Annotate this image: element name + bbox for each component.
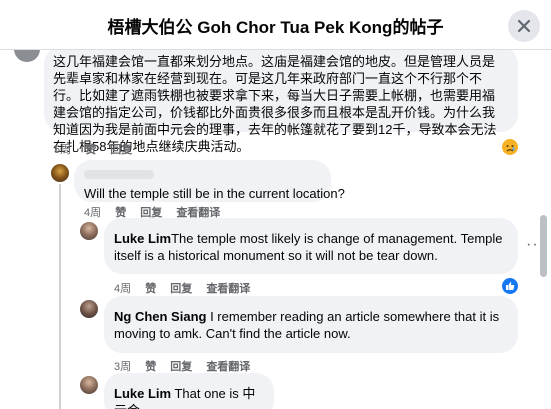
close-button[interactable] xyxy=(508,10,540,42)
thread-line xyxy=(59,184,61,409)
scrollbar-thumb[interactable] xyxy=(540,215,547,277)
author-name-hidden xyxy=(114,300,508,306)
avatar[interactable] xyxy=(80,300,98,318)
reply-button[interactable]: 回复 xyxy=(170,361,192,373)
avatar[interactable] xyxy=(14,50,40,62)
comment-text: Will the temple still be in the current … xyxy=(84,186,345,201)
comment-body: Luke LimThe temple most likely is change… xyxy=(114,230,508,264)
comments-scroll-area[interactable]: 这几年福建会馆一直都来划分地点。这庙是福建会馆的地皮。但是管理人员是先辈卓家和林… xyxy=(0,50,551,409)
close-icon xyxy=(517,19,531,33)
comment-meta: 3周 赞 回复 查看翻译 xyxy=(114,358,261,374)
comment-author[interactable]: Luke Lim xyxy=(114,386,171,401)
reply-button[interactable]: 回复 xyxy=(110,144,132,156)
comment-time[interactable]: 3周 xyxy=(114,361,131,373)
comment-body: Luke Lim That one is 中元会 xyxy=(114,385,264,409)
author-name-hidden[interactable] xyxy=(84,166,321,183)
see-translation-link[interactable]: 查看翻译 xyxy=(206,361,250,373)
dialog-header: 梧槽大伯公 Goh Chor Tua Pek Kong的帖子 xyxy=(0,0,551,50)
dialog-title: 梧槽大伯公 Goh Chor Tua Pek Kong的帖子 xyxy=(107,18,444,37)
avatar[interactable] xyxy=(80,222,98,240)
comment-bubble: Will the temple still be in the current … xyxy=(74,160,345,202)
comment-bubble: 这几年福建会馆一直都来划分地点。这庙是福建会馆的地皮。但是管理人员是先辈卓家和林… xyxy=(44,50,518,154)
comment-time[interactable]: 4周 xyxy=(84,207,101,219)
sad-emoji-icon[interactable] xyxy=(502,139,518,155)
see-translation-link[interactable]: 查看翻译 xyxy=(206,283,250,295)
like-icon[interactable] xyxy=(502,278,518,294)
author-name-hidden xyxy=(114,377,264,383)
comment-meta: 5周 赞 回复 xyxy=(54,141,143,157)
comment-author[interactable]: Ng Chen Siang xyxy=(114,309,206,324)
comment-meta: 4周 赞 回复 查看翻译 xyxy=(114,280,261,296)
reply-button[interactable]: 回复 xyxy=(170,283,192,295)
comment-text: The temple most likely is change of mana… xyxy=(114,231,503,263)
like-button[interactable]: 赞 xyxy=(145,361,156,373)
like-button[interactable]: 赞 xyxy=(85,144,96,156)
comment-bubble: Luke LimThe temple most likely is change… xyxy=(104,218,518,274)
comment-text: 这几年福建会馆一直都来划分地点。这庙是福建会馆的地皮。但是管理人员是先辈卓家和林… xyxy=(53,54,497,154)
comment-author[interactable]: Luke Lim xyxy=(114,231,171,246)
avatar[interactable] xyxy=(51,164,69,182)
comment-bubble: Ng Chen Siang I remember reading an arti… xyxy=(104,296,518,353)
comment-bubble: Luke Lim That one is 中元会 xyxy=(104,373,274,409)
like-button[interactable]: 赞 xyxy=(145,283,156,295)
avatar[interactable] xyxy=(80,376,98,394)
author-name-hidden xyxy=(114,222,508,228)
comment-time[interactable]: 5周 xyxy=(54,144,71,156)
comment-time[interactable]: 4周 xyxy=(114,283,131,295)
comment-body: Ng Chen Siang I remember reading an arti… xyxy=(114,308,508,342)
